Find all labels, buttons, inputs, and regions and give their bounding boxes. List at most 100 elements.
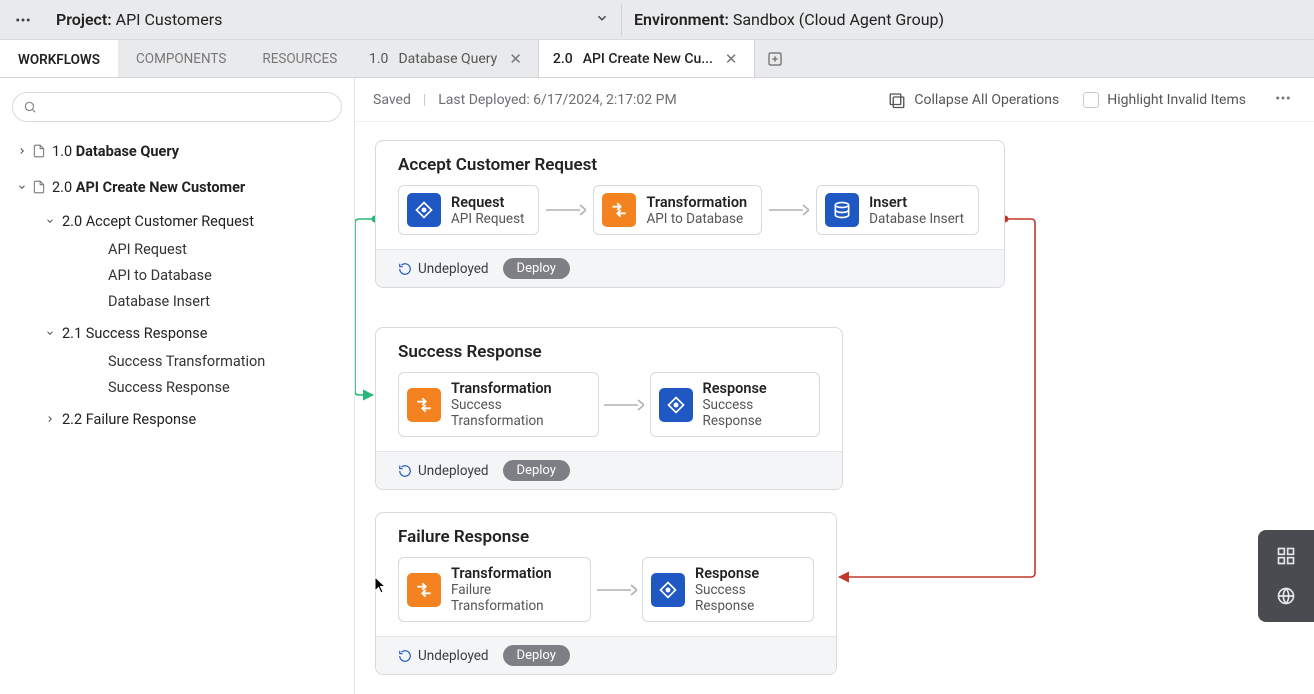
tree-item-success-response[interactable]: 2.1 Success Response [42, 318, 346, 348]
collapse-all-button[interactable]: Collapse All Operations [888, 91, 1059, 109]
node-subtitle: Failure Transformation [451, 582, 576, 614]
close-tab-button[interactable]: ✕ [507, 50, 524, 68]
operation-nodes: TransformationFailure Transformation Res… [376, 557, 836, 636]
canvas-toolbar: Saved | Last Deployed: 6/17/2024, 2:17:0… [355, 78, 1314, 122]
flow-arrow [591, 583, 642, 597]
node-title: Transformation [451, 380, 584, 397]
chevron-right-icon [42, 414, 58, 424]
node-subtitle: API Request [451, 211, 524, 227]
chevron-down-icon [595, 11, 609, 25]
dock-components-button[interactable] [1258, 536, 1314, 576]
deploy-status: Undeployed [398, 261, 489, 277]
plus-box-icon [767, 51, 783, 67]
project-dropdown-button[interactable] [595, 10, 609, 29]
tree-item-accept-customer-request[interactable]: 2.0 Accept Customer Request [42, 206, 346, 236]
file-tab-api-create-customer[interactable]: 2.0 API Create New Cu... ✕ [539, 40, 755, 77]
main-row: 1.0 Database Query 2.0 API Create New Cu… [0, 78, 1314, 694]
deploy-status: Undeployed [398, 463, 489, 479]
tree-item-label: 2.2 Failure Response [58, 411, 196, 428]
tree-item-label: Database Query [76, 143, 179, 160]
file-tab-title: API Create New Cu... [583, 51, 713, 67]
tab-components[interactable]: COMPONENTS [118, 40, 244, 77]
globe-icon [1276, 586, 1296, 606]
tree-item-api-create-customer[interactable]: 2.0 API Create New Customer [8, 172, 346, 202]
tree-leaf-success-response[interactable]: Success Response [42, 374, 346, 400]
tree-item-prefix: 2.0 [52, 179, 76, 196]
node-failure-transformation[interactable]: TransformationFailure Transformation [398, 557, 591, 622]
tree-item-failure-response[interactable]: 2.2 Failure Response [42, 404, 346, 434]
highlight-invalid-toggle[interactable]: Highlight Invalid Items [1083, 92, 1246, 108]
flow-arrow [539, 203, 593, 217]
canvas-more-button[interactable] [1270, 89, 1296, 111]
add-tab-button[interactable] [755, 40, 795, 77]
node-title: Transformation [646, 194, 747, 211]
node-success-response[interactable]: ResponseSuccess Response [650, 372, 820, 437]
api-icon [659, 388, 693, 422]
last-deployed-status: Last Deployed: 6/17/2024, 2:17:02 PM [438, 92, 676, 108]
transform-icon [602, 193, 636, 227]
operation-title: Failure Response [376, 513, 836, 557]
node-subtitle: Success Response [703, 397, 805, 429]
workflow-tree: 1.0 Database Query 2.0 API Create New Cu… [8, 136, 346, 434]
node-title: Transformation [451, 565, 576, 582]
operation-footer: Undeployed Deploy [376, 636, 836, 674]
flow-arrow [599, 398, 649, 412]
node-success-transformation[interactable]: TransformationSuccess Transformation [398, 372, 599, 437]
operation-footer: Undeployed Deploy [376, 249, 1004, 287]
operation-failure-response[interactable]: Failure Response TransformationFailure T… [375, 512, 837, 675]
node-title: Request [451, 194, 524, 211]
environment-label: Environment: Sandbox (Cloud Agent Group) [634, 10, 944, 29]
tree-leaf-api-request[interactable]: API Request [42, 236, 346, 262]
tree-item-label: 2.0 Accept Customer Request [58, 213, 254, 230]
collapse-all-label: Collapse All Operations [914, 92, 1059, 108]
undeployed-icon [398, 649, 412, 663]
node-title: Response [695, 565, 799, 582]
right-dock [1258, 530, 1314, 622]
node-request[interactable]: RequestAPI Request [398, 185, 539, 235]
deploy-status: Undeployed [398, 648, 489, 664]
tab-workflows[interactable]: WORKFLOWS [0, 40, 118, 77]
checkbox-icon [1083, 92, 1099, 108]
tab-resources[interactable]: RESOURCES [244, 40, 355, 77]
file-tabs: 1.0 Database Query ✕ 2.0 API Create New … [355, 40, 1314, 77]
deploy-button[interactable]: Deploy [503, 645, 570, 666]
tree-leaf-success-transformation[interactable]: Success Transformation [42, 348, 346, 374]
tree-leaf-database-insert[interactable]: Database Insert [42, 288, 346, 314]
operation-accept-customer-request[interactable]: Accept Customer Request RequestAPI Reque… [375, 140, 1005, 288]
file-tab-database-query[interactable]: 1.0 Database Query ✕ [355, 40, 539, 77]
chevron-down-icon [42, 216, 58, 226]
tree-item-database-query[interactable]: 1.0 Database Query [8, 136, 346, 166]
api-icon [651, 573, 685, 607]
canvas-area: Saved | Last Deployed: 6/17/2024, 2:17:0… [355, 78, 1314, 694]
database-icon [825, 193, 859, 227]
undeployed-icon [398, 464, 412, 478]
sidebar: 1.0 Database Query 2.0 API Create New Cu… [0, 78, 355, 694]
close-tab-button[interactable]: ✕ [723, 50, 740, 68]
project-label: Project: API Customers [56, 10, 222, 29]
tree-item-label: API Create New Customer [76, 179, 246, 196]
tree-leaf-api-to-database[interactable]: API to Database [42, 262, 346, 288]
search-input[interactable] [12, 92, 342, 122]
search-icon [23, 100, 37, 114]
page-icon [30, 144, 48, 158]
toolbar-separator: | [423, 92, 426, 108]
node-subtitle: Database Insert [869, 211, 964, 227]
node-failure-response[interactable]: ResponseSuccess Response [642, 557, 814, 622]
node-subtitle: Success Transformation [451, 397, 584, 429]
chevron-down-icon [42, 328, 58, 338]
dots-horizontal-icon [1274, 89, 1292, 107]
node-transformation-api-to-db[interactable]: TransformationAPI to Database [593, 185, 762, 235]
dock-globe-button[interactable] [1258, 576, 1314, 616]
node-title: Response [703, 380, 805, 397]
canvas[interactable]: Accept Customer Request RequestAPI Reque… [355, 122, 1314, 694]
node-database-insert[interactable]: InsertDatabase Insert [816, 185, 979, 235]
more-menu-button[interactable] [10, 11, 36, 29]
undeployed-icon [398, 262, 412, 276]
chevron-down-icon [14, 182, 30, 192]
operation-nodes: RequestAPI Request TransformationAPI to … [376, 185, 1004, 249]
deploy-button[interactable]: Deploy [503, 258, 570, 279]
operation-footer: Undeployed Deploy [376, 451, 842, 489]
operation-nodes: TransformationSuccess Transformation Res… [376, 372, 842, 451]
deploy-button[interactable]: Deploy [503, 460, 570, 481]
operation-success-response[interactable]: Success Response TransformationSuccess T… [375, 327, 843, 490]
